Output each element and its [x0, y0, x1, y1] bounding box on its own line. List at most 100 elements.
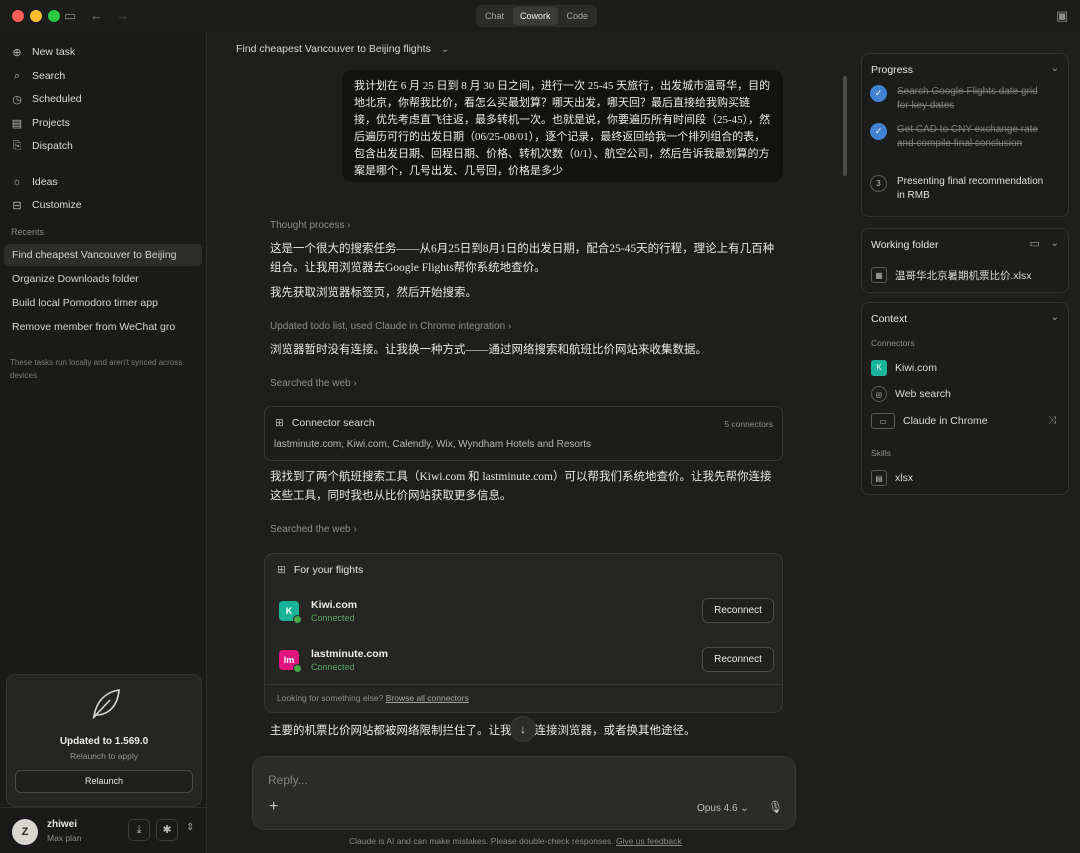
connector-search-card[interactable]: ⊞ Connector search 5 connectors lastminu…	[264, 406, 783, 461]
chevron-down-icon[interactable]: ⌄	[1051, 312, 1059, 323]
context-title: Context	[871, 313, 908, 325]
minimize-window-button[interactable]	[30, 10, 42, 22]
nav-scheduled[interactable]: ◷ Scheduled	[10, 89, 81, 109]
nav-projects[interactable]: ▤ Projects	[10, 113, 70, 133]
chevron-down-icon: ⌄	[440, 43, 450, 55]
mode-code[interactable]: Code	[560, 7, 596, 25]
progress-item-text: Get CAD to CNY exchange rate and compile…	[897, 124, 1038, 149]
searched-web-toggle[interactable]: Searched the web ›	[270, 524, 357, 535]
flights-card-footer: Looking for something else? Browse all c…	[277, 693, 469, 703]
nav-search[interactable]: ⌕ Search	[10, 66, 65, 86]
recent-item[interactable]: Build local Pomodoro timer app	[4, 292, 202, 314]
nav-label: New task	[32, 46, 76, 58]
scrollbar[interactable]	[843, 76, 847, 176]
disclaimer: Claude is AI and can make mistakes. Plea…	[349, 836, 682, 846]
recent-item[interactable]: Organize Downloads folder	[4, 268, 202, 290]
user-row[interactable]: Z zhiwei Max plan ⤓ ✱ ⇕	[0, 807, 207, 853]
connector-search-title: Connector search	[291, 417, 375, 429]
context-connector[interactable]: ▭ Claude in Chrome	[871, 413, 988, 429]
checkmark-icon: ✓	[870, 85, 887, 102]
context-skill[interactable]: ▤ xlsx	[871, 470, 913, 486]
avatar[interactable]: Z	[12, 819, 38, 845]
back-arrow-icon[interactable]: ←	[90, 7, 103, 25]
nav-new-task[interactable]: ⊕ New task	[10, 42, 75, 62]
response-paragraph: 我先获取浏览器标签页，然后开始搜索。	[270, 287, 477, 299]
context-connector[interactable]: K Kiwi.com	[871, 360, 937, 376]
conversation-title[interactable]: Find cheapest Vancouver to Beijing fligh…	[236, 43, 450, 55]
add-attachment-icon[interactable]: +	[269, 798, 278, 816]
recent-item[interactable]: Find cheapest Vancouver to Beijing	[4, 244, 202, 266]
user-plan: Max plan	[47, 833, 82, 843]
browse-connectors-link[interactable]: Browse all connectors	[386, 693, 469, 703]
forward-arrow-icon[interactable]: →	[116, 7, 129, 25]
connector-status: Connected	[311, 613, 355, 623]
todo-step-label: Updated todo list, used Claude in Chrome…	[270, 321, 506, 332]
user-name: zhiwei	[47, 819, 78, 830]
reply-input[interactable]: Reply...	[268, 773, 308, 787]
searched-web-toggle[interactable]: Searched the web ›	[270, 378, 357, 389]
microphone-icon[interactable]: 🎙	[768, 800, 783, 814]
working-folder-panel: Working folder ▭ ⌄ ▦ 温哥华北京暑期机票比价.xlsx	[861, 228, 1069, 293]
skill-file-icon: ▤	[871, 470, 887, 486]
response-paragraph: 浏览器暂时没有连接。让我换一种方式——通过网络搜索和航班比价网站来收集数据。	[270, 344, 707, 356]
maximize-window-button[interactable]	[48, 10, 60, 22]
bug-icon[interactable]: ✱	[156, 819, 178, 841]
connector-grid-icon: ⊞	[275, 417, 284, 429]
context-connector-name: Web search	[895, 388, 951, 400]
user-message: 我计划在 6 月 25 日到 8 月 30 日之间，进行一次 25-45 天旅行…	[342, 70, 783, 182]
scroll-down-arrow-icon[interactable]: ↓	[510, 716, 536, 742]
reconnect-button[interactable]: Reconnect	[702, 647, 774, 672]
mode-cowork[interactable]: Cowork	[513, 7, 558, 25]
nav-customize[interactable]: ⊟ Customize	[10, 195, 82, 215]
mode-chat[interactable]: Chat	[478, 7, 511, 25]
model-name: Opus 4.6	[697, 803, 738, 814]
browser-screenshot-icon: ▭	[871, 413, 895, 429]
response-paragraph: 这是一个很大的搜索任务——从6月25日到8月1日的出发日期，配合25-45天的行…	[270, 243, 775, 274]
flights-card-title: For your flights	[293, 564, 364, 576]
update-subtitle: Relaunch to apply	[69, 751, 139, 761]
reconnect-button[interactable]: Reconnect	[702, 598, 774, 623]
search-icon: ⌕	[13, 69, 21, 82]
folder-icon[interactable]: ▭	[1030, 237, 1040, 250]
context-connector-name: Claude in Chrome	[903, 415, 988, 427]
step-number: 3	[870, 175, 887, 192]
working-folder-title: Working folder	[871, 239, 939, 251]
chevron-down-icon: ⌄	[740, 803, 749, 814]
right-panel-toggle-icon[interactable]: ▣	[1056, 7, 1068, 25]
connector-grid-icon: ⊞	[277, 564, 286, 576]
nav-dispatch[interactable]: ⎘ Dispatch	[10, 136, 73, 156]
progress-panel: Progress ⌄ ✓ Search Google Flights date …	[861, 53, 1069, 217]
feedback-link[interactable]: Give us feedback	[616, 836, 682, 846]
thought-process-label: Thought process	[270, 220, 345, 231]
skills-label: Skills	[871, 448, 891, 458]
response-paragraph: 我找到了两个航班搜索工具（Kiwi.com 和 lastminute.com）可…	[270, 471, 772, 502]
recent-item[interactable]: Remove member from WeChat gro	[4, 316, 202, 338]
searched-web-label: Searched the web	[270, 524, 351, 535]
nav-label: Dispatch	[32, 140, 73, 152]
working-file-name: 温哥华北京暑期机票比价.xlsx	[895, 269, 1032, 282]
progress-item-text: Presenting final recommendation in RMB	[897, 176, 1044, 201]
close-window-button[interactable]	[12, 10, 24, 22]
chevron-right-icon: ›	[347, 220, 351, 231]
shuffle-icon[interactable]: ⤨	[1048, 415, 1056, 426]
connector-count: 5 connectors	[724, 419, 773, 429]
connected-check-icon	[293, 664, 302, 673]
progress-title: Progress	[871, 64, 914, 76]
model-selector[interactable]: Opus 4.6 ⌄	[697, 803, 749, 814]
mode-switcher: Chat Cowork Code	[476, 5, 598, 27]
context-connector[interactable]: ◎ Web search	[871, 386, 951, 402]
sidebar-toggle-icon[interactable]: ▭	[64, 7, 76, 25]
expand-chevron-icon[interactable]: ⇕	[186, 822, 194, 833]
nav-ideas[interactable]: ☼ Ideas	[10, 172, 58, 192]
nav-label: Ideas	[32, 176, 58, 188]
chevron-down-icon[interactable]: ⌄	[1051, 63, 1059, 74]
download-icon[interactable]: ⤓	[128, 819, 150, 841]
relaunch-button[interactable]: Relaunch	[15, 770, 193, 793]
nav-label: Customize	[32, 199, 82, 211]
leaf-icon	[92, 689, 120, 720]
todo-step-toggle[interactable]: Updated todo list, used Claude in Chrome…	[270, 321, 511, 332]
chevron-down-icon[interactable]: ⌄	[1051, 238, 1059, 249]
thought-process-toggle[interactable]: Thought process ›	[270, 220, 351, 231]
working-file[interactable]: ▦ 温哥华北京暑期机票比价.xlsx	[871, 267, 1032, 283]
nav-label: Projects	[32, 117, 70, 129]
